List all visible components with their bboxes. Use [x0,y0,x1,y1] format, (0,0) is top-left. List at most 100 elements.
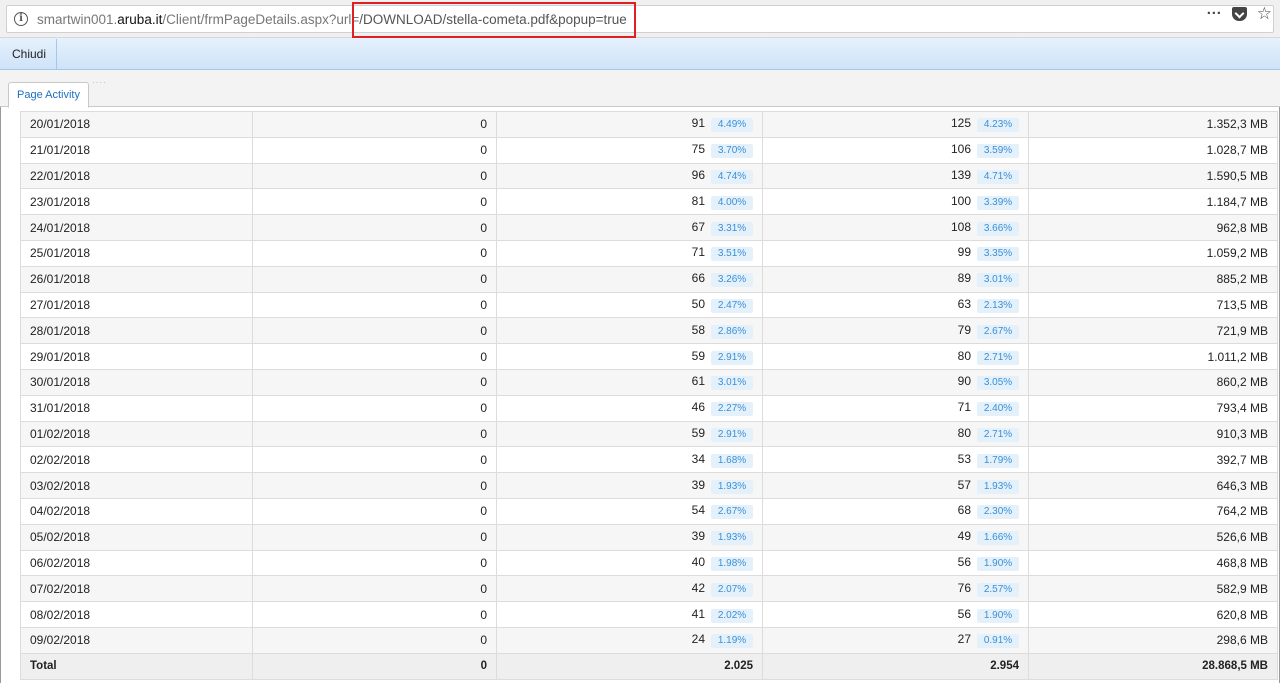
table-row[interactable]: 04/02/2018 0 54 2.67% 68 2.30% 764,2 MB [20,497,1278,525]
hits-cell: 27 0.91% [762,626,1029,654]
table-row[interactable]: 26/01/2018 0 66 3.26% 89 3.01% 885,2 MB [20,265,1278,293]
hits-value: 63 [957,296,971,311]
activity-table: 20/01/2018 0 91 4.49% 125 4.23% 1.352,3 MB 21/0… [20,111,1278,680]
zero-cell: 0 [252,162,497,190]
bandwidth-cell: 1.352,3 MB [1028,111,1278,138]
url-prefix: smartwin001. [37,12,118,27]
bandwidth-cell: 1.011,2 MB [1028,343,1278,370]
url-field[interactable]: i smartwin001.aruba.it/Client/frmPageDet… [6,5,1274,33]
visits-percent-badge: 2.27% [711,402,753,417]
hits-cell: 99 3.35% [762,239,1029,267]
zero-cell: 0 [252,265,497,293]
visits-cell: 96 4.74% [496,162,763,190]
visits-value: 54 [691,503,705,518]
visits-cell: 54 2.67% [496,497,763,525]
hits-value: 57 [957,477,971,492]
table-row[interactable]: 09/02/2018 0 24 1.19% 27 0.91% 298,6 MB [20,626,1278,654]
date-cell: 27/01/2018 [20,291,253,319]
table-row[interactable]: 20/01/2018 0 91 4.49% 125 4.23% 1.352,3 MB [20,111,1278,138]
visits-percent-badge: 3.26% [711,273,753,288]
visits-cell: 67 3.31% [496,214,763,241]
visits-value: 61 [691,374,705,389]
table-row[interactable]: 05/02/2018 0 39 1.93% 49 1.66% 526,6 MB [20,523,1278,551]
table-row[interactable]: 01/02/2018 0 59 2.91% 80 2.71% 910,3 MB [20,420,1278,448]
hits-value: 139 [950,167,971,182]
table-row[interactable]: 30/01/2018 0 61 3.01% 90 3.05% 860,2 MB [20,368,1278,396]
table-row[interactable]: 03/02/2018 0 39 1.93% 57 1.93% 646,3 MB [20,472,1278,499]
hits-value: 100 [950,193,971,208]
star-icon[interactable]: ☆ [1257,5,1272,22]
date-cell: 26/01/2018 [20,265,253,293]
bandwidth-cell: 392,7 MB [1028,446,1278,474]
date-cell: 08/02/2018 [20,601,253,628]
table-row[interactable]: 02/02/2018 0 34 1.68% 53 1.79% 392,7 MB [20,446,1278,474]
hits-value: 90 [957,374,971,389]
date-cell: 02/02/2018 [20,446,253,474]
zero-cell: 0 [252,523,497,551]
table-row[interactable]: 22/01/2018 0 96 4.74% 139 4.71% 1.590,5 MB [20,162,1278,190]
table-row[interactable]: 21/01/2018 0 75 3.70% 106 3.59% 1.028,7 MB [20,136,1278,164]
hits-percent-badge: 1.79% [977,453,1019,468]
visits-cell: 66 3.26% [496,265,763,293]
info-icon[interactable]: i [14,12,28,26]
visits-value: 59 [691,425,705,440]
zero-cell: 0 [252,214,497,241]
more-dots-icon[interactable]: ··· [1207,5,1222,22]
bandwidth-cell: 298,6 MB [1028,626,1278,654]
pocket-icon[interactable] [1231,6,1247,21]
hits-value: 80 [957,348,971,363]
visits-cell: 75 3.70% [496,136,763,164]
total-hits: 2.954 [762,652,1029,680]
hits-value: 80 [957,425,971,440]
date-cell: 01/02/2018 [20,420,253,448]
hits-value: 71 [957,400,971,415]
bandwidth-cell: 962,8 MB [1028,214,1278,241]
visits-percent-badge: 4.74% [711,169,753,184]
table-row[interactable]: 29/01/2018 0 59 2.91% 80 2.71% 1.011,2 MB [20,343,1278,370]
visits-value: 81 [691,193,705,208]
table-row[interactable]: 06/02/2018 0 40 1.98% 56 1.90% 468,8 MB [20,549,1278,577]
hits-cell: 63 2.13% [762,291,1029,319]
hits-percent-badge: 1.90% [977,608,1019,623]
table-row[interactable]: 27/01/2018 0 50 2.47% 63 2.13% 713,5 MB [20,291,1278,319]
visits-percent-badge: 2.07% [711,582,753,597]
visits-value: 42 [691,580,705,595]
visits-value: 58 [691,322,705,337]
table-row[interactable]: 07/02/2018 0 42 2.07% 76 2.57% 582,9 MB [20,575,1278,603]
bandwidth-cell: 764,2 MB [1028,497,1278,525]
table-row[interactable]: 24/01/2018 0 67 3.31% 108 3.66% 962,8 MB [20,214,1278,241]
date-cell: 04/02/2018 [20,497,253,525]
total-label: Total [20,652,253,680]
table-row[interactable]: 23/01/2018 0 81 4.00% 100 3.39% 1.184,7 MB [20,188,1278,216]
table-row[interactable]: 31/01/2018 0 46 2.27% 71 2.40% 793,4 MB [20,394,1278,422]
visits-cell: 39 1.93% [496,472,763,499]
visits-value: 34 [691,451,705,466]
table-row[interactable]: 25/01/2018 0 71 3.51% 99 3.35% 1.059,2 MB [20,239,1278,267]
date-cell: 29/01/2018 [20,343,253,370]
zero-cell: 0 [252,394,497,422]
bandwidth-cell: 860,2 MB [1028,368,1278,396]
visits-percent-badge: 1.98% [711,556,753,571]
hits-percent-badge: 3.35% [977,247,1019,262]
visits-value: 91 [691,116,705,131]
toolbar: Chiudi [0,38,1280,70]
drag-grip-icon[interactable]: ···· [92,78,107,87]
total-visits: 2.025 [496,652,763,680]
zero-cell: 0 [252,497,497,525]
table-row[interactable]: 28/01/2018 0 58 2.86% 79 2.67% 721,9 MB [20,317,1278,345]
table-row[interactable]: 08/02/2018 0 41 2.02% 56 1.90% 620,8 MB [20,601,1278,628]
tab-page-activity[interactable]: Page Activity [8,82,89,108]
activity-grid: 20/01/2018 0 91 4.49% 125 4.23% 1.352,3 MB 21/0… [0,107,1280,683]
visits-value: 39 [691,477,705,492]
visits-cell: 34 1.68% [496,446,763,474]
bandwidth-cell: 1.590,5 MB [1028,162,1278,190]
url-highlight-box [352,2,636,38]
hits-percent-badge: 2.67% [977,324,1019,339]
visits-cell: 71 3.51% [496,239,763,267]
close-button[interactable]: Chiudi [2,39,58,69]
hits-value: 106 [950,142,971,157]
bandwidth-cell: 646,3 MB [1028,472,1278,499]
visits-cell: 24 1.19% [496,626,763,654]
visits-percent-badge: 2.67% [711,505,753,520]
visits-percent-badge: 2.86% [711,324,753,339]
